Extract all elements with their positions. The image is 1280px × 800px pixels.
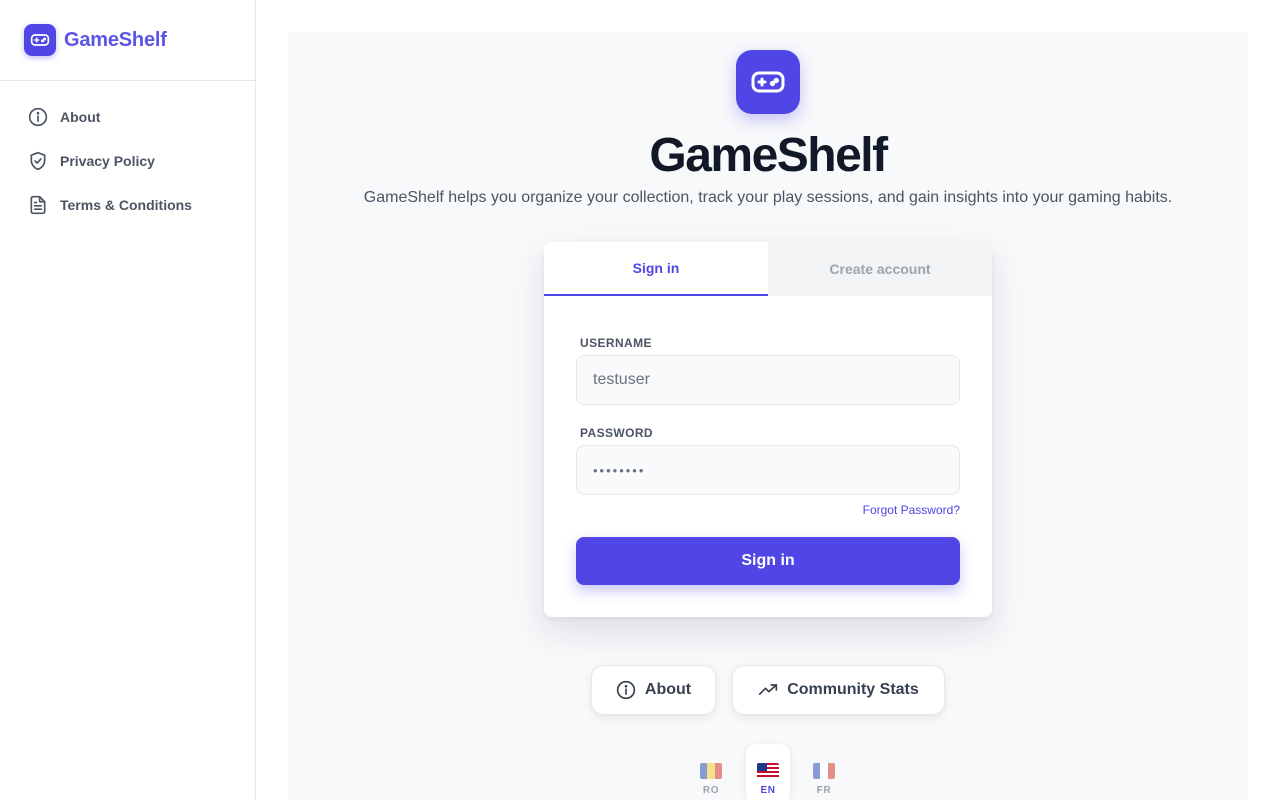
france-flag-icon: [813, 763, 835, 779]
tab-sign-in[interactable]: Sign in: [544, 242, 768, 296]
auth-card: Sign in Create account USERNAME testuser…: [544, 242, 992, 617]
document-icon: [28, 195, 48, 215]
sidebar-nav: About Privacy Policy Terms & Conditions: [0, 81, 255, 227]
auth-tabs: Sign in Create account: [544, 242, 992, 296]
language-code: RO: [702, 785, 720, 796]
info-icon: [616, 680, 636, 700]
forgot-password-link[interactable]: Forgot Password?: [863, 503, 960, 517]
sidebar-brand[interactable]: GameShelf: [0, 0, 255, 81]
page-subtitle: GameShelf helps you organize your collec…: [363, 189, 1173, 206]
password-field[interactable]: ••••••••: [576, 445, 960, 495]
community-stats-button[interactable]: Community Stats: [732, 665, 945, 715]
us-flag-icon: [757, 763, 779, 779]
language-option-fr[interactable]: FR: [802, 744, 846, 800]
sidebar-item-privacy-policy[interactable]: Privacy Policy: [0, 139, 255, 183]
language-option-en[interactable]: EN: [746, 744, 790, 800]
sidebar-item-about[interactable]: About: [0, 95, 255, 139]
romania-flag-icon: [700, 763, 722, 779]
main-panel: GameShelf GameShelf helps you organize y…: [288, 32, 1248, 800]
brand-name: GameShelf: [64, 28, 167, 51]
gamepad-icon: [736, 50, 800, 114]
gamepad-icon: [24, 24, 56, 56]
sidebar-item-terms[interactable]: Terms & Conditions: [0, 183, 255, 227]
sign-in-button[interactable]: Sign in: [576, 537, 960, 585]
shield-check-icon: [28, 151, 48, 171]
about-button[interactable]: About: [591, 665, 716, 715]
language-option-ro[interactable]: RO: [689, 744, 733, 800]
language-code: EN: [760, 785, 776, 796]
username-label: USERNAME: [580, 336, 652, 350]
page-title: GameShelf: [649, 129, 888, 182]
sidebar-item-label: About: [60, 109, 101, 125]
community-stats-button-label: Community Stats: [787, 681, 919, 698]
about-button-label: About: [644, 681, 692, 698]
info-icon: [28, 107, 48, 127]
sidebar-item-label: Terms & Conditions: [60, 197, 192, 213]
username-field[interactable]: testuser: [576, 355, 960, 405]
trending-up-icon: [758, 680, 778, 700]
sidebar: GameShelf About Privacy Policy Terms & C…: [0, 0, 256, 800]
password-label: PASSWORD: [580, 426, 653, 440]
language-code: FR: [816, 785, 832, 796]
sidebar-item-label: Privacy Policy: [60, 153, 155, 169]
tab-create-account[interactable]: Create account: [768, 242, 992, 296]
